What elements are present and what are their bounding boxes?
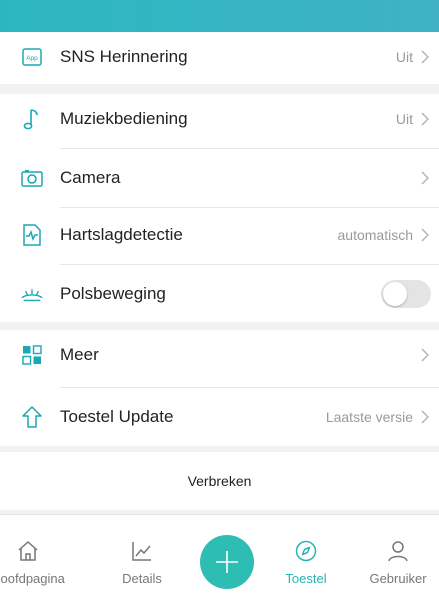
setting-label: Meer <box>60 345 99 364</box>
plus-icon <box>216 551 238 573</box>
setting-value: Uit <box>395 111 413 127</box>
disconnect-button[interactable]: Verbreken <box>0 452 439 510</box>
tab-details[interactable]: Details <box>102 515 182 601</box>
setting-label: SNS Herinnering <box>60 47 188 66</box>
tab-user[interactable]: Gebruiker <box>358 515 438 601</box>
tab-label: Gebruiker <box>369 571 427 586</box>
setting-sns-reminder[interactable]: App SNS Herinnering Uit <box>0 28 439 86</box>
setting-label: Polsbeweging <box>60 284 166 303</box>
wrist-motion-toggle[interactable] <box>381 280 431 308</box>
setting-device-update[interactable]: Toestel Update Laatste versie <box>0 388 439 446</box>
wrist-motion-icon <box>20 282 44 306</box>
setting-value: automatisch <box>337 227 413 243</box>
chevron-right-icon <box>421 112 429 126</box>
tab-label: Details <box>122 571 162 586</box>
tab-device[interactable]: Toestel <box>266 515 346 601</box>
heart-rate-icon <box>20 223 44 247</box>
setting-camera[interactable]: Camera <box>0 149 439 207</box>
setting-label: Toestel Update <box>60 407 174 426</box>
tab-label: Hoofdpagina <box>0 571 65 586</box>
chevron-right-icon <box>421 50 429 64</box>
setting-label: Muziekbediening <box>60 109 188 128</box>
camera-icon <box>20 166 44 190</box>
setting-label: Hartslagdetectie <box>60 225 183 244</box>
chevron-right-icon <box>421 171 429 185</box>
setting-wrist-motion: Polsbeweging <box>0 265 439 323</box>
home-icon <box>18 540 38 561</box>
setting-music-control[interactable]: Muziekbediening Uit <box>0 90 439 148</box>
add-button[interactable] <box>200 535 254 589</box>
line-chart-icon <box>132 542 151 561</box>
user-icon <box>388 541 408 562</box>
chevron-right-icon <box>421 348 429 362</box>
compass-icon <box>295 540 317 562</box>
setting-value: Uit <box>395 49 413 65</box>
grid-icon <box>20 343 44 367</box>
setting-more[interactable]: Meer <box>0 326 439 384</box>
chevron-right-icon <box>421 410 429 424</box>
setting-label: Camera <box>60 168 121 187</box>
music-note-icon <box>20 107 44 131</box>
svg-text:App: App <box>26 55 38 62</box>
setting-heart-rate-detection[interactable]: Hartslagdetectie automatisch <box>0 206 439 264</box>
chevron-right-icon <box>421 228 429 242</box>
tab-home[interactable]: Hoofdpagina <box>0 515 68 601</box>
tab-label: Toestel <box>285 571 327 586</box>
toggle-knob <box>383 282 407 306</box>
upload-arrow-icon <box>20 405 44 429</box>
app-icon: App <box>20 45 44 69</box>
setting-value: Laatste versie <box>325 409 413 425</box>
